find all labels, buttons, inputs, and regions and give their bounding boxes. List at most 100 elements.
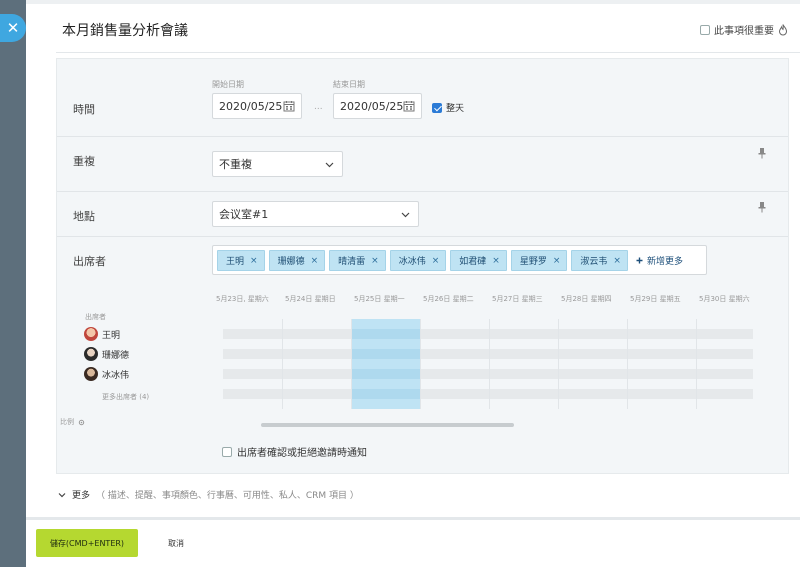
event-title[interactable]: 本月銷售量分析會議	[62, 20, 188, 40]
calendar-icon[interactable]	[403, 100, 415, 112]
remove-chip-icon[interactable]: ×	[492, 256, 500, 266]
schedule-scrollbar[interactable]	[223, 423, 753, 427]
selected-day-stripe	[351, 389, 420, 399]
notify-toggle[interactable]: 出席者確認或拒絕邀請時通知	[222, 444, 367, 459]
attendee-chip-name: 星野罗	[519, 257, 547, 267]
grid-stripe	[223, 389, 753, 399]
footer: 儲存(CMD+ENTER) 取消	[26, 520, 800, 567]
plus-icon	[636, 257, 643, 264]
row-divider	[57, 136, 788, 137]
avatar	[84, 327, 98, 341]
add-attendee-button[interactable]: 新增更多	[636, 254, 683, 267]
notify-label: 出席者確認或拒絕邀請時通知	[237, 448, 367, 459]
more-label: 更多	[72, 491, 91, 501]
scale-control[interactable]: 比例	[60, 417, 85, 427]
attendee-chip-name: 如君硉	[459, 257, 487, 267]
form-area: 時間 開始日期 2020/05/25 ... 結束日期 2020/05/25 整…	[56, 58, 789, 474]
more-attendees-link[interactable]: 更多出席者 (4)	[102, 392, 149, 402]
repeat-label: 重複	[73, 155, 95, 168]
selected-day-stripe	[351, 369, 420, 379]
grid-stripe	[223, 349, 753, 359]
remove-chip-icon[interactable]: ×	[553, 256, 561, 266]
attendee-chip[interactable]: 晴清雷 ×	[329, 250, 386, 271]
remove-chip-icon[interactable]: ×	[250, 256, 258, 266]
schedule-date-header: 5月23日, 星期六 5月24日 星期日 5月25日 星期一 5月26日 星期二…	[212, 291, 752, 305]
remove-chip-icon[interactable]: ×	[613, 256, 621, 266]
schedule-person: 王明	[84, 327, 120, 341]
date-separator: ...	[314, 102, 323, 112]
event-editor-panel: 本月銷售量分析會議 此事項很重要 時間 開始日期 2020/05/25 ... …	[26, 0, 800, 567]
header-divider	[56, 52, 800, 53]
remove-chip-icon[interactable]: ×	[432, 256, 440, 266]
chevron-down-icon	[58, 492, 66, 497]
attendee-chip[interactable]: 星野罗 ×	[510, 250, 568, 271]
grid-stripe	[223, 329, 753, 339]
attendee-chip-name: 淑云韦	[580, 257, 608, 267]
important-toggle[interactable]: 此事項很重要	[700, 22, 788, 37]
location-label: 地點	[73, 210, 95, 223]
schedule-date: 5月29日 星期五	[630, 295, 681, 303]
grid-day-divider	[627, 319, 628, 409]
grid-day-divider	[420, 319, 421, 409]
attendee-chip[interactable]: 淑云韦 ×	[571, 250, 628, 271]
selected-day-stripe	[351, 349, 420, 359]
end-date-label: 結束日期	[333, 80, 365, 89]
grid-day-divider	[282, 319, 283, 409]
allday-label: 整天	[446, 104, 465, 114]
notify-checkbox[interactable]	[222, 446, 232, 457]
attendee-chip[interactable]: 王明 ×	[217, 250, 265, 271]
attendee-chips: 王明 × 珊娜德 × 晴清雷 × 冰冰伟 × 如君硉 × 星野罗 × 淑云韦 × 新增更多	[217, 250, 683, 271]
attendee-chip-name: 珊娜德	[277, 257, 305, 267]
add-more-label: 新增更多	[646, 257, 683, 267]
avatar	[84, 347, 98, 361]
grid-day-divider	[558, 319, 559, 409]
person-name: 冰冰伟	[102, 370, 130, 381]
grid-day-divider	[351, 319, 352, 409]
attendee-chip-name: 冰冰伟	[398, 257, 426, 267]
start-date-label: 開始日期	[212, 80, 244, 89]
person-name: 王明	[102, 330, 121, 341]
scale-label: 比例	[60, 418, 74, 426]
time-label: 時間	[73, 103, 95, 116]
attendee-chip[interactable]: 冰冰伟 ×	[389, 250, 447, 271]
panel-top-edge	[26, 0, 800, 4]
remove-chip-icon[interactable]: ×	[371, 256, 379, 266]
schedule-date: 5月26日 星期二	[423, 295, 474, 303]
important-checkbox[interactable]	[700, 24, 710, 35]
more-details: （ 描述、提醒、事項顏色、行事曆、可用性、私人、CRM 項目 ）	[96, 491, 359, 501]
end-date-input[interactable]: 2020/05/25	[333, 93, 422, 119]
schedule-date: 5月28日 星期四	[561, 295, 612, 303]
gear-icon[interactable]	[78, 419, 85, 426]
attendee-chip[interactable]: 珊娜德 ×	[268, 250, 326, 271]
attendees-label: 出席者	[73, 255, 106, 268]
location-select[interactable]: 会议室#1	[212, 201, 419, 227]
start-date-input[interactable]: 2020/05/25	[212, 93, 302, 119]
attendees-input[interactable]: 王明 × 珊娜德 × 晴清雷 × 冰冰伟 × 如君硉 × 星野罗 × 淑云韦 × 新增更多	[212, 245, 707, 275]
schedule-date: 5月30日 星期六	[699, 295, 750, 303]
pin-icon[interactable]	[757, 201, 767, 213]
allday-checkbox[interactable]	[432, 102, 442, 113]
save-button[interactable]: 儲存(CMD+ENTER)	[36, 529, 138, 557]
attendee-chip[interactable]: 如君硉 ×	[450, 250, 507, 271]
scrollbar-thumb[interactable]	[261, 423, 514, 427]
chevron-down-icon	[325, 162, 334, 168]
remove-chip-icon[interactable]: ×	[311, 256, 319, 266]
attendee-chip-name: 王明	[226, 257, 245, 267]
more-options-toggle[interactable]: 更多 （ 描述、提醒、事項顏色、行事曆、可用性、私人、CRM 項目 ）	[58, 488, 359, 501]
grid-day-divider	[696, 319, 697, 409]
schedule-attendees-header: 出席者	[85, 313, 106, 321]
schedule-grid[interactable]	[223, 319, 753, 409]
cancel-button[interactable]: 取消	[168, 538, 184, 549]
allday-toggle[interactable]: 整天	[432, 101, 464, 114]
important-label: 此事項很重要	[714, 26, 774, 37]
calendar-icon[interactable]	[283, 100, 295, 112]
schedule-person: 珊娜德	[84, 347, 129, 361]
backdrop	[0, 0, 26, 567]
schedule-date: 5月23日, 星期六	[216, 295, 269, 303]
start-date-value: 2020/05/25	[219, 99, 283, 113]
pin-icon[interactable]	[757, 147, 767, 159]
row-divider	[57, 191, 788, 192]
person-name: 珊娜德	[102, 350, 130, 361]
schedule-date: 5月25日 星期一	[354, 295, 405, 303]
repeat-select[interactable]: 不重複	[212, 151, 343, 177]
